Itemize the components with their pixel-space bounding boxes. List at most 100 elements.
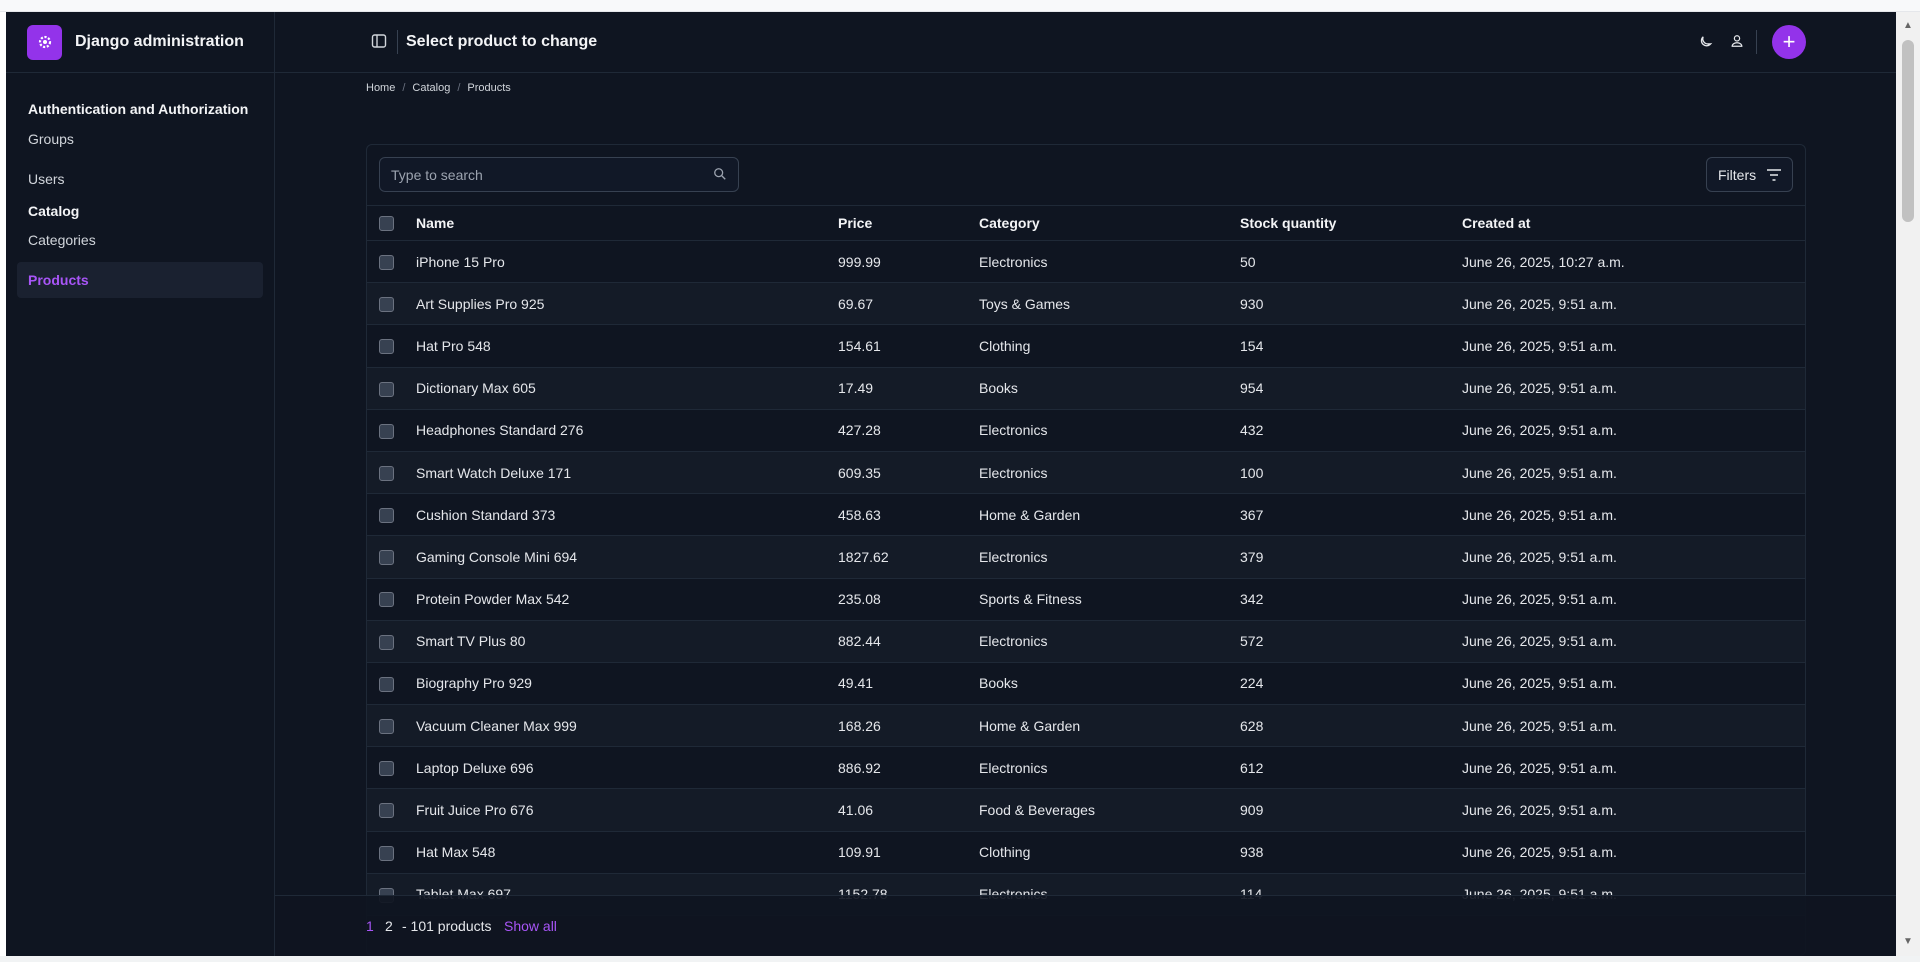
cell-name[interactable]: Dictionary Max 605 <box>416 367 838 409</box>
page-title: Select product to change <box>406 33 598 50</box>
table-row[interactable]: Hat Max 548 109.91 Clothing 938 June 26, 202… <box>367 831 1805 874</box>
table-row[interactable]: Hat Pro 548 154.61 Clothing 154 June 26, 202… <box>367 324 1805 368</box>
brand[interactable]: Django administration <box>6 12 274 73</box>
add-product-button[interactable]: + <box>1772 25 1806 59</box>
filters-button[interactable]: Filters <box>1706 157 1793 192</box>
cell-created: June 26, 2025, 9:51 a.m. <box>1462 633 1617 650</box>
sidebar-item-groups[interactable]: Groups <box>17 121 263 157</box>
divider <box>1756 30 1757 54</box>
cell-category: Sports & Fitness <box>979 591 1082 608</box>
breadcrumb-products: Products <box>467 82 511 94</box>
row-checkbox[interactable] <box>379 676 394 692</box>
table-row[interactable]: Protein Powder Max 542 235.08 Sports & Fit… <box>367 578 1805 621</box>
table-row[interactable]: iPhone 15 Pro 999.99 Electronics 50 June 26,… <box>367 240 1805 283</box>
cell-price: 1827.62 <box>838 548 889 565</box>
moon-icon[interactable] <box>1696 32 1714 50</box>
cell-name[interactable]: Smart Watch Deluxe 171 <box>416 451 838 493</box>
sidebar-item-categories[interactable]: Categories <box>17 222 263 258</box>
row-checkbox[interactable] <box>379 423 394 439</box>
row-checkbox[interactable] <box>379 381 394 397</box>
results-table: Name Price Category Stock quantity Creat… <box>367 205 1805 916</box>
cell-name[interactable]: Headphones Standard 276 <box>416 409 838 451</box>
cell-name[interactable]: Vacuum Cleaner Max 999 <box>416 705 838 747</box>
cell-created: June 26, 2025, 10:27 a.m. <box>1462 253 1625 270</box>
cell-name[interactable]: Laptop Deluxe 696 <box>416 747 838 789</box>
cell-category: Books <box>979 675 1018 692</box>
row-checkbox[interactable] <box>379 465 394 481</box>
cell-stock: 154 <box>1240 337 1264 354</box>
row-checkbox[interactable] <box>379 803 394 819</box>
cell-stock: 50 <box>1240 253 1256 270</box>
search-input[interactable] <box>391 166 711 183</box>
cell-name[interactable]: Fruit Juice Pro 676 <box>416 789 838 831</box>
column-header-price[interactable]: Price <box>838 206 979 241</box>
show-all-link[interactable]: Show all <box>504 918 557 934</box>
table-row[interactable]: Laptop Deluxe 696 886.92 Electronics 612 Jun… <box>367 746 1805 789</box>
table-row[interactable]: Cushion Standard 373 458.63 Home & Garden 3… <box>367 493 1805 536</box>
page-scrollbar[interactable]: ▲ ▼ <box>1896 12 1920 956</box>
table-row[interactable]: Gaming Console Mini 694 1827.62 Electronic… <box>367 535 1805 578</box>
sidebar-toggle-icon[interactable] <box>371 33 389 51</box>
cell-created: June 26, 2025, 9:51 a.m. <box>1462 844 1617 861</box>
cell-name[interactable]: Cushion Standard 373 <box>416 494 838 536</box>
row-checkbox[interactable] <box>379 845 394 861</box>
cell-stock: 930 <box>1240 295 1264 312</box>
cell-price: 168.26 <box>838 717 881 734</box>
cell-price: 235.08 <box>838 591 881 608</box>
cell-stock: 432 <box>1240 422 1264 439</box>
table-row[interactable]: Smart Watch Deluxe 171 609.35 Electronics 1… <box>367 451 1805 494</box>
cell-price: 427.28 <box>838 422 881 439</box>
column-header-name[interactable]: Name <box>416 206 838 241</box>
sidebar-item-users[interactable]: Users <box>17 161 263 197</box>
cell-created: June 26, 2025, 9:51 a.m. <box>1462 506 1617 523</box>
page-link[interactable]: 2 <box>385 918 393 934</box>
cell-price: 17.49 <box>838 380 874 397</box>
row-checkbox[interactable] <box>379 339 394 355</box>
cell-category: Electronics <box>979 759 1048 776</box>
row-checkbox[interactable] <box>379 719 394 735</box>
table-row[interactable]: Headphones Standard 276 427.28 Electronics… <box>367 409 1805 452</box>
row-checkbox[interactable] <box>379 550 394 566</box>
row-checkbox[interactable] <box>379 297 394 313</box>
row-checkbox[interactable] <box>379 592 394 608</box>
cell-name[interactable]: Protein Powder Max 542 <box>416 578 838 620</box>
table-row[interactable]: Smart TV Plus 80 882.44 Electronics 572 June… <box>367 620 1805 663</box>
cell-created: June 26, 2025, 9:51 a.m. <box>1462 802 1617 819</box>
cell-price: 49.41 <box>838 675 874 692</box>
scroll-thumb[interactable] <box>1902 40 1914 222</box>
row-checkbox[interactable] <box>379 761 394 777</box>
column-header-stock[interactable]: Stock quantity <box>1240 206 1462 241</box>
gear-icon <box>27 24 62 60</box>
table-row[interactable]: Biography Pro 929 49.41 Books 224 June 26, 2… <box>367 662 1805 705</box>
search-icon[interactable] <box>713 167 729 183</box>
nav-section-catalog: Catalog <box>28 203 80 219</box>
cell-price: 882.44 <box>838 633 881 650</box>
cell-name[interactable]: Biography Pro 929 <box>416 662 838 704</box>
cell-name[interactable]: Hat Max 548 <box>416 831 838 873</box>
top-icons <box>1696 32 1746 50</box>
cell-name[interactable]: Smart TV Plus 80 <box>416 620 838 662</box>
column-header-created[interactable]: Created at <box>1462 206 1805 241</box>
cell-name[interactable]: Art Supplies Pro 925 <box>416 283 838 325</box>
cell-name[interactable]: Hat Pro 548 <box>416 325 838 367</box>
breadcrumb-catalog[interactable]: Catalog <box>412 82 450 94</box>
table-row[interactable]: Art Supplies Pro 925 69.67 Toys & Games 930… <box>367 282 1805 325</box>
select-all-checkbox[interactable] <box>379 216 394 232</box>
column-header-category[interactable]: Category <box>979 206 1240 241</box>
row-checkbox[interactable] <box>379 634 394 650</box>
scroll-up-arrow[interactable]: ▲ <box>1902 20 1914 32</box>
row-checkbox[interactable] <box>379 254 394 270</box>
cell-name[interactable]: Gaming Console Mini 694 <box>416 536 838 578</box>
row-checkbox[interactable] <box>379 508 394 524</box>
sidebar-item-products[interactable]: Products <box>17 262 263 298</box>
user-icon[interactable] <box>1728 32 1746 50</box>
breadcrumb-home[interactable]: Home <box>366 82 395 94</box>
table-row[interactable]: Dictionary Max 605 17.49 Books 954 June 26, … <box>367 367 1805 410</box>
cell-name[interactable]: iPhone 15 Pro <box>416 241 838 283</box>
scroll-down-arrow[interactable]: ▼ <box>1902 936 1914 948</box>
divider <box>397 30 398 54</box>
cell-created: June 26, 2025, 9:51 a.m. <box>1462 295 1617 312</box>
table-row[interactable]: Fruit Juice Pro 676 41.06 Food & Beverages… <box>367 788 1805 832</box>
row-select-cell <box>367 578 416 620</box>
table-row[interactable]: Vacuum Cleaner Max 999 168.26 Home & Garde… <box>367 704 1805 747</box>
